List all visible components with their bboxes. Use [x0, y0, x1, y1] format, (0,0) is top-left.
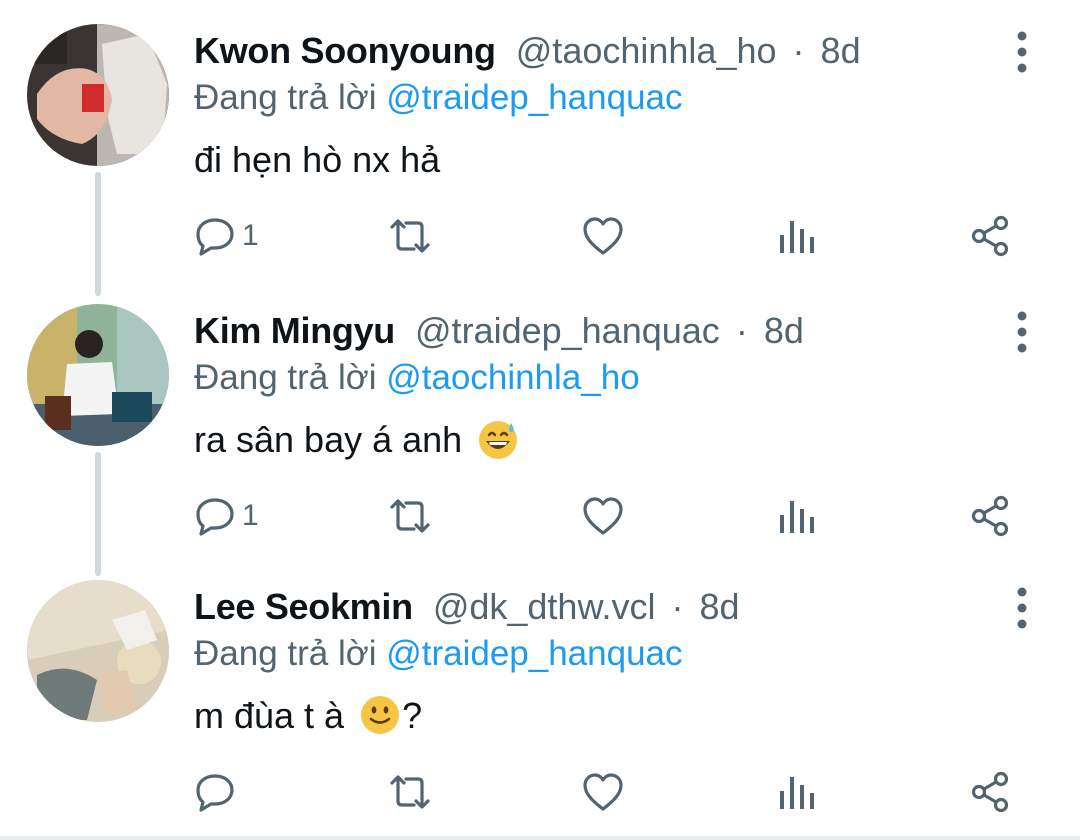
share-icon — [971, 771, 1009, 813]
retweet-button[interactable] — [386, 210, 434, 262]
more-icon — [1017, 311, 1027, 353]
views-icon — [780, 777, 814, 809]
tweet-text: ra sân bay á anh — [194, 414, 520, 466]
avatar[interactable] — [27, 304, 169, 446]
replying-label: Đang trả lời — [194, 634, 377, 673]
views-button[interactable] — [778, 766, 816, 818]
tweet-text-content: m đùa t à — [194, 695, 345, 736]
share-button[interactable] — [970, 766, 1012, 818]
tweet[interactable]: Kwon Soonyoung @taochinhla_ho · 8d Đang … — [0, 0, 1080, 280]
divider — [0, 836, 1080, 840]
mention-link[interactable]: @traidep_hanquac — [386, 78, 682, 117]
separator-dot: · — [792, 30, 805, 71]
mention-link[interactable]: @taochinhla_ho — [386, 358, 640, 397]
timestamp[interactable]: 8d — [700, 586, 740, 627]
reply-button[interactable] — [194, 766, 242, 818]
share-icon — [971, 215, 1009, 257]
timestamp[interactable]: 8d — [764, 310, 804, 351]
avatar-photo — [27, 304, 169, 446]
reply-icon — [196, 498, 234, 536]
tweet-text-content: đi hẹn hò nx hả — [194, 139, 441, 180]
like-button[interactable] — [581, 490, 625, 542]
action-bar — [0, 766, 1080, 818]
user-handle[interactable]: @taochinhla_ho — [516, 30, 777, 71]
replying-to: Đang trả lời @traidep_hanquac — [194, 74, 683, 122]
like-button[interactable] — [581, 210, 625, 262]
more-icon — [1017, 587, 1027, 629]
like-button[interactable] — [581, 766, 625, 818]
share-button[interactable] — [970, 210, 1012, 262]
tweet-text: m đùa t à ? — [194, 690, 422, 742]
replying-label: Đang trả lời — [194, 358, 377, 397]
display-name[interactable]: Kim Mingyu — [194, 310, 395, 351]
tweet[interactable]: Lee Seokmin @dk_dthw.vcl · 8d Đang trả l… — [0, 556, 1080, 836]
avatar[interactable] — [27, 24, 169, 166]
reply-button[interactable]: 1 — [194, 210, 259, 262]
avatar-photo — [27, 580, 169, 722]
like-icon — [583, 217, 623, 255]
reply-icon — [196, 774, 234, 812]
share-icon — [971, 495, 1009, 537]
slightly-smiling-emoji — [361, 696, 400, 735]
avatar[interactable] — [27, 580, 169, 722]
views-icon — [780, 221, 814, 253]
retweet-button[interactable] — [386, 490, 434, 542]
avatar-photo — [27, 24, 169, 166]
action-bar: 1 — [0, 210, 1080, 262]
separator-dot: · — [671, 586, 684, 627]
tweet-header: Kim Mingyu @traidep_hanquac · 8d — [194, 306, 804, 356]
retweet-icon — [390, 499, 430, 533]
replying-to: Đang trả lời @taochinhla_ho — [194, 354, 640, 402]
more-options-button[interactable] — [1010, 310, 1034, 354]
views-button[interactable] — [778, 490, 816, 542]
display-name[interactable]: Kwon Soonyoung — [194, 30, 496, 71]
tweet-text: đi hẹn hò nx hả — [194, 134, 440, 186]
user-handle[interactable]: @traidep_hanquac — [415, 310, 720, 351]
reply-thread: Kwon Soonyoung @taochinhla_ho · 8d Đang … — [0, 0, 1080, 840]
reply-count: 1 — [242, 219, 259, 252]
tweet-header: Lee Seokmin @dk_dthw.vcl · 8d — [194, 582, 740, 632]
timestamp[interactable]: 8d — [821, 30, 861, 71]
tweet-text-suffix: ? — [402, 695, 423, 736]
more-options-button[interactable] — [1010, 30, 1034, 74]
tweet-header: Kwon Soonyoung @taochinhla_ho · 8d — [194, 26, 861, 76]
retweet-icon — [390, 219, 430, 253]
more-options-button[interactable] — [1010, 586, 1034, 630]
reply-icon — [196, 218, 234, 256]
reply-button[interactable]: 1 — [194, 490, 259, 542]
display-name[interactable]: Lee Seokmin — [194, 586, 413, 627]
like-icon — [583, 497, 623, 535]
user-handle[interactable]: @dk_dthw.vcl — [433, 586, 656, 627]
mention-link[interactable]: @traidep_hanquac — [386, 634, 682, 673]
grinning-sweat-emoji — [479, 421, 518, 460]
more-icon — [1017, 31, 1027, 73]
retweet-button[interactable] — [386, 766, 434, 818]
action-bar: 1 — [0, 490, 1080, 542]
replying-label: Đang trả lời — [194, 78, 377, 117]
views-button[interactable] — [778, 210, 816, 262]
tweet[interactable]: Kim Mingyu @traidep_hanquac · 8d Đang tr… — [0, 280, 1080, 560]
retweet-icon — [390, 775, 430, 809]
replying-to: Đang trả lời @traidep_hanquac — [194, 630, 683, 678]
reply-count: 1 — [242, 499, 259, 532]
views-icon — [780, 501, 814, 533]
tweet-text-content: ra sân bay á anh — [194, 419, 463, 460]
like-icon — [583, 773, 623, 811]
share-button[interactable] — [970, 490, 1012, 542]
separator-dot: · — [735, 310, 748, 351]
